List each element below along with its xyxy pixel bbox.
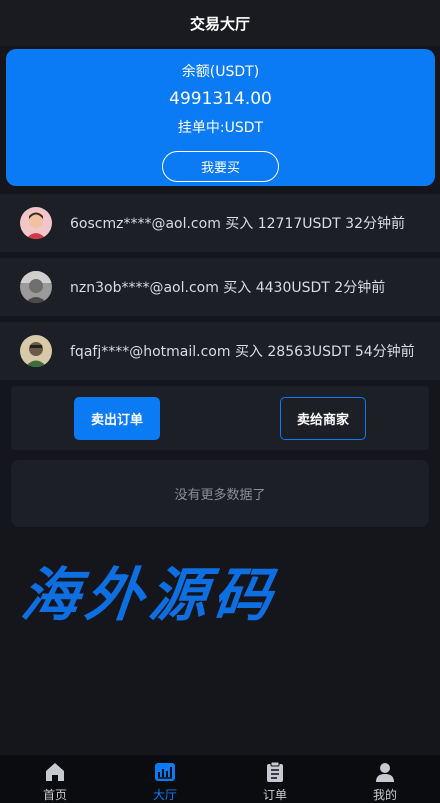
balance-value: 4991314.00 (169, 89, 272, 109)
chart-icon (155, 763, 175, 781)
tab-label: 订单 (262, 788, 287, 802)
user-icon (376, 763, 394, 782)
watermark-text: 海外源码 (17, 561, 282, 629)
bottom-tab-bar: 首页 大厅 订单 我的 (0, 755, 440, 803)
trade-item: fqafj****@hotmail.com 买入 28563USDT 54分钟前 (0, 322, 440, 380)
avatar (20, 335, 52, 367)
tab-home[interactable]: 首页 (0, 755, 110, 803)
clipboard-icon (267, 761, 283, 782)
home-icon (46, 763, 64, 781)
sell-order-button[interactable]: 卖出订单 (74, 397, 160, 440)
tab-hall[interactable]: 大厅 (110, 755, 220, 803)
trade-text: fqafj****@hotmail.com 买入 28563USDT 54分钟前 (70, 344, 415, 360)
tab-profile[interactable]: 我的 (330, 755, 440, 803)
no-more-data-text: 没有更多数据了 (174, 488, 266, 503)
action-panel: 卖出订单 卖给商家 (11, 386, 429, 450)
page-title: 交易大厅 (189, 14, 250, 33)
trade-text: 6oscmz****@aol.com 买入 12717USDT 32分钟前 (70, 216, 406, 232)
avatar (20, 207, 52, 239)
balance-card: 余额(USDT) 4991314.00 挂单中:USDT 我要买 (6, 49, 435, 186)
trade-text: nzn3ob****@aol.com 买入 4430USDT 2分钟前 (70, 280, 386, 296)
trade-list: 6oscmz****@aol.com 买入 12717USDT 32分钟前 nz… (0, 194, 440, 386)
tab-orders[interactable]: 订单 (220, 755, 330, 803)
buy-button[interactable]: 我要买 (162, 151, 279, 182)
no-more-data-notice: 没有更多数据了 (11, 460, 429, 527)
trade-item: nzn3ob****@aol.com 买入 4430USDT 2分钟前 (0, 258, 440, 316)
balance-label: 余额(USDT) (181, 64, 260, 80)
tab-label: 我的 (372, 788, 397, 802)
sell-to-merchant-button[interactable]: 卖给商家 (280, 397, 366, 440)
tab-label: 大厅 (152, 788, 177, 802)
trade-item: 6oscmz****@aol.com 买入 12717USDT 32分钟前 (0, 194, 440, 252)
page-header: 交易大厅 (0, 0, 440, 46)
avatar (20, 271, 52, 303)
tab-label: 首页 (42, 788, 67, 802)
pending-orders-label: 挂单中:USDT (177, 120, 264, 136)
